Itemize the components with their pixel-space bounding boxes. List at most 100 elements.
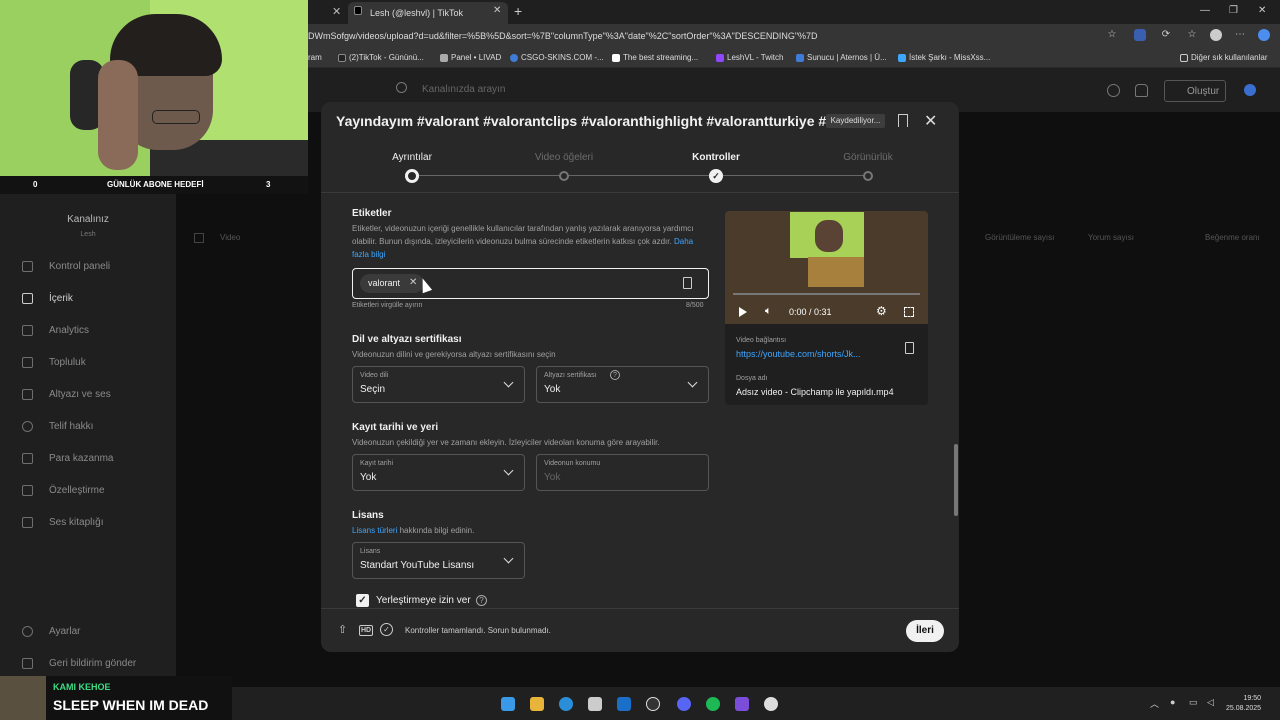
video-progress-bar[interactable] <box>733 293 920 295</box>
column-header[interactable]: Beğenme oranı <box>1205 233 1260 242</box>
outlook-icon[interactable] <box>617 697 631 711</box>
store-icon[interactable] <box>588 697 602 711</box>
stepper-line <box>412 175 868 176</box>
microphone-icon[interactable]: ● <box>1170 697 1175 707</box>
obs-icon[interactable] <box>646 697 660 711</box>
sidebar-item-community[interactable]: Topluluk <box>22 357 86 368</box>
next-button[interactable]: İleri <box>906 620 944 642</box>
system-clock[interactable]: 19:50 25.08.2025 <box>1226 694 1261 714</box>
network-icon[interactable]: ▭ <box>1189 697 1198 708</box>
column-header[interactable]: Yorum sayısı <box>1088 233 1134 242</box>
url-input[interactable]: DWmSofgw/videos/upload?d=ud&filter=%5B%5… <box>308 31 818 41</box>
clipchamp-icon[interactable] <box>735 697 749 711</box>
sidebar-item-content[interactable]: İçerik <box>22 293 73 304</box>
step-visibility[interactable]: Görünürlük <box>843 152 892 163</box>
song-artist: KAMI KEHOE <box>53 682 111 692</box>
new-tab-icon[interactable]: + <box>514 3 522 19</box>
step-dot-current[interactable] <box>405 169 419 183</box>
video-thumbnail-face <box>815 220 843 252</box>
extensions-puzzle-icon[interactable]: ⟳ <box>1160 29 1172 41</box>
play-icon[interactable] <box>739 307 747 317</box>
volume-icon[interactable]: ◁ <box>1207 697 1214 708</box>
column-header[interactable]: Video <box>220 233 240 242</box>
column-header[interactable]: Görüntüleme sayısı <box>985 233 1054 242</box>
sidebar-item-customization[interactable]: Özelleştirme <box>22 485 105 496</box>
close-icon[interactable]: ✕ <box>924 111 937 131</box>
sidebar-item-audio-library[interactable]: Ses kitaplığı <box>22 517 103 528</box>
check-icon[interactable]: ✓ <box>709 169 723 183</box>
step-details[interactable]: Ayrıntılar <box>392 152 432 163</box>
bookmark-item[interactable]: LeshVL - Twitch <box>716 53 783 62</box>
bell-icon[interactable] <box>1135 84 1148 97</box>
channel-label: Kanalınız <box>67 214 109 225</box>
panel-icon <box>440 53 448 62</box>
tags-counter: 8/500 <box>686 302 704 309</box>
close-tab-icon[interactable]: ✕ <box>332 5 341 18</box>
bookmark-item[interactable]: Panel • LIVAD <box>440 53 501 62</box>
step-video-elements[interactable]: Video öğeleri <box>535 152 593 163</box>
recording-title: Kayıt tarihi ve yeri <box>352 422 439 433</box>
help-icon[interactable] <box>1107 84 1120 97</box>
video-link[interactable]: https://youtube.com/shorts/Jk... <box>736 349 861 359</box>
sidebar-item-subtitles[interactable]: Altyazı ve ses <box>22 389 111 400</box>
step-checks[interactable]: Kontroller <box>692 152 740 163</box>
tiktok-icon <box>338 53 346 62</box>
bookmark-item[interactable]: ram <box>308 53 322 62</box>
minimize-icon[interactable]: — <box>1200 5 1210 16</box>
chevron-up-icon[interactable]: ︿ <box>1150 697 1159 710</box>
profile-avatar[interactable] <box>1210 29 1222 41</box>
file-explorer-icon[interactable] <box>530 697 544 711</box>
tiktok-icon <box>354 6 362 15</box>
favorites-icon[interactable]: ☆ <box>1186 29 1198 41</box>
copy-icon[interactable] <box>683 277 692 289</box>
sidebar-item-monetization[interactable]: Para kazanma <box>22 453 113 464</box>
sidebar-item-copyright[interactable]: Telif hakkı <box>22 421 93 432</box>
other-bookmarks[interactable]: Diğer sık kullanılanlar <box>1180 53 1267 62</box>
account-avatar[interactable] <box>1244 84 1256 96</box>
bookmark-item[interactable]: CSGO-SKINS.COM -... <box>510 53 604 62</box>
bookmark-item[interactable]: (2)TikTok - Gününü... <box>338 53 424 62</box>
maximize-icon[interactable]: ❐ <box>1229 5 1238 16</box>
fullscreen-icon[interactable] <box>904 307 914 317</box>
sidebar-item-analytics[interactable]: Analytics <box>22 325 89 336</box>
media-player-icon[interactable] <box>764 697 778 711</box>
help-icon[interactable]: ? <box>476 595 487 606</box>
sidebar-item-dashboard[interactable]: Kontrol paneli <box>22 261 110 272</box>
bookmark-item[interactable]: Sunucu | Aternos | Ü... <box>796 53 887 62</box>
window-close-icon[interactable]: ✕ <box>1258 5 1266 16</box>
bookmark-item[interactable]: The best streaming... <box>612 53 698 62</box>
volume-icon[interactable]: 🔈︎ <box>765 305 772 318</box>
embed-checkbox[interactable]: ✓ <box>356 594 369 607</box>
tag-chip-label: valorant <box>368 278 401 288</box>
sidebar-item-settings[interactable]: Ayarlar <box>22 626 81 637</box>
settings-gear-icon[interactable]: ⚙︎ <box>876 304 887 318</box>
subtitles-icon <box>22 389 33 400</box>
sidebar-item-feedback[interactable]: Geri bildirim gönder <box>22 658 136 669</box>
step-dot[interactable] <box>559 171 569 181</box>
scrollbar[interactable] <box>954 444 958 516</box>
star-icon[interactable]: ☆ <box>1106 29 1118 41</box>
edge-icon[interactable] <box>559 697 573 711</box>
aternos-icon <box>796 53 804 62</box>
copy-link-icon[interactable] <box>905 342 914 354</box>
dollar-icon <box>22 453 33 464</box>
remove-tag-icon[interactable]: ✕ <box>409 277 417 288</box>
start-icon[interactable] <box>501 697 515 711</box>
content-icon <box>22 293 33 304</box>
channel-search-input[interactable]: Kanalınızda arayın <box>388 80 688 102</box>
feedback-flag-icon[interactable] <box>898 114 908 127</box>
browser-tab[interactable]: Lesh (@leshvl) | TikTok <box>348 2 508 24</box>
more-menu-icon[interactable]: ⋯ <box>1234 29 1246 41</box>
select-all-checkbox[interactable] <box>194 233 204 243</box>
discord-icon[interactable] <box>677 697 691 711</box>
extension-icon[interactable] <box>1134 29 1146 41</box>
spotify-icon[interactable] <box>706 697 720 711</box>
create-button[interactable]: Oluştur <box>1164 80 1226 102</box>
copilot-icon[interactable] <box>1258 29 1270 41</box>
bookmark-item[interactable]: İstek Şarkı - MissXss... <box>898 53 990 62</box>
help-icon[interactable]: ? <box>610 370 620 380</box>
language-description: Videonuzun dilini ve gerekiyorsa altyazı… <box>352 350 556 359</box>
step-dot[interactable] <box>863 171 873 181</box>
license-types-link[interactable]: Lisans türleri <box>352 526 397 535</box>
tab-close-icon[interactable]: ✕ <box>493 5 501 16</box>
